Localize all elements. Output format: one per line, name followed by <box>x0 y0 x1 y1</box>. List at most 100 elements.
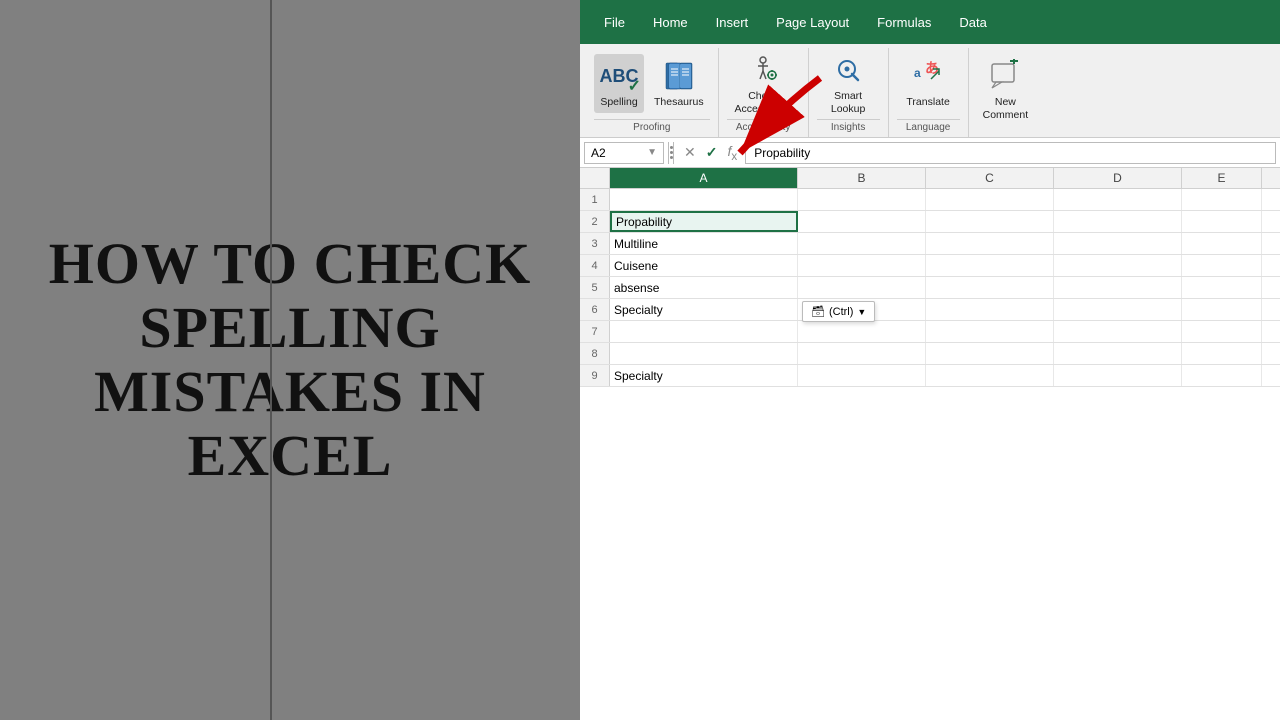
row-number: 7 <box>580 321 610 342</box>
menu-home[interactable]: Home <box>639 9 702 36</box>
cell-b8[interactable] <box>798 343 926 364</box>
col-header-a[interactable]: A <box>610 168 798 188</box>
translate-button[interactable]: a あ Translate <box>900 54 955 113</box>
new-comment-icon <box>987 58 1023 94</box>
cell-b6[interactable]: 🗃 (Ctrl) ▼ <box>798 299 926 320</box>
row-number: 8 <box>580 343 610 364</box>
cell-d2[interactable] <box>1054 211 1182 232</box>
cell-e2[interactable] <box>1182 211 1262 232</box>
cell-b4[interactable] <box>798 255 926 276</box>
cell-a8[interactable] <box>610 343 798 364</box>
cell-a1[interactable] <box>610 189 798 210</box>
cell-c5[interactable] <box>926 277 1054 298</box>
translate-label: Translate <box>906 96 949 109</box>
check-accessibility-icon <box>745 52 781 88</box>
cancel-formula-btn[interactable]: ✕ <box>682 142 698 163</box>
row-number: 3 <box>580 233 610 254</box>
paste-clipboard-icon: 🗃 <box>811 305 825 318</box>
cell-e7[interactable] <box>1182 321 1262 342</box>
cell-d8[interactable] <box>1054 343 1182 364</box>
cell-c4[interactable] <box>926 255 1054 276</box>
cell-a9[interactable]: Specialty <box>610 365 798 386</box>
cell-c3[interactable] <box>926 233 1054 254</box>
spreadsheet: A B C D E 1 2 Propability <box>580 168 1280 720</box>
spelling-button[interactable]: ABC ✓ Spelling <box>594 54 644 113</box>
formula-actions: ✕ ✓ fx <box>676 141 745 165</box>
cell-c6[interactable] <box>926 299 1054 320</box>
proofing-group-label: Proofing <box>594 119 710 137</box>
accessibility-group-label: Accessibility <box>727 119 800 137</box>
cell-a3[interactable]: Multiline <box>610 233 798 254</box>
cell-a2[interactable]: Propability <box>610 211 798 232</box>
cell-a5[interactable]: absense <box>610 277 798 298</box>
menu-data[interactable]: Data <box>945 9 1000 36</box>
menu-file[interactable]: File <box>590 9 639 36</box>
cell-c7[interactable] <box>926 321 1054 342</box>
cell-b2[interactable] <box>798 211 926 232</box>
cell-e3[interactable] <box>1182 233 1262 254</box>
menu-bar: File Home Insert Page Layout Formulas Da… <box>580 0 1280 44</box>
comment-group-label <box>977 131 1035 137</box>
cell-a6[interactable]: Specialty <box>610 299 798 320</box>
cell-a4[interactable]: Cuisene <box>610 255 798 276</box>
translate-icon: a あ <box>910 58 946 94</box>
cell-e4[interactable] <box>1182 255 1262 276</box>
cell-d6[interactable] <box>1054 299 1182 320</box>
cell-e8[interactable] <box>1182 343 1262 364</box>
confirm-formula-btn[interactable]: ✓ <box>704 142 720 163</box>
menu-insert[interactable]: Insert <box>702 9 763 36</box>
thesaurus-button[interactable]: Thesaurus <box>648 54 710 113</box>
col-header-b[interactable]: B <box>798 168 926 188</box>
table-row: 2 Propability <box>580 211 1280 233</box>
cell-e6[interactable] <box>1182 299 1262 320</box>
row-number: 9 <box>580 365 610 386</box>
menu-formulas[interactable]: Formulas <box>863 9 945 36</box>
cell-b3[interactable] <box>798 233 926 254</box>
function-btn[interactable]: fx <box>725 141 739 165</box>
cell-b7[interactable] <box>798 321 926 342</box>
cell-d5[interactable] <box>1054 277 1182 298</box>
ribbon-group-proofing: ABC ✓ Spelling <box>586 48 719 137</box>
table-row: 3 Multiline <box>580 233 1280 255</box>
cell-d1[interactable] <box>1054 189 1182 210</box>
col-header-e[interactable]: E <box>1182 168 1262 188</box>
cell-d4[interactable] <box>1054 255 1182 276</box>
table-row: 4 Cuisene <box>580 255 1280 277</box>
col-header-c[interactable]: C <box>926 168 1054 188</box>
cell-e9[interactable] <box>1182 365 1262 386</box>
cell-c9[interactable] <box>926 365 1054 386</box>
left-panel: HOW TO CHECK SPELLING MISTAKES IN EXCEL <box>0 0 580 720</box>
menu-page-layout[interactable]: Page Layout <box>762 9 863 36</box>
cell-e1[interactable] <box>1182 189 1262 210</box>
new-comment-button[interactable]: NewComment <box>977 54 1035 125</box>
col-header-d[interactable]: D <box>1054 168 1182 188</box>
paste-popup[interactable]: 🗃 (Ctrl) ▼ <box>802 301 875 322</box>
table-row: 6 Specialty 🗃 (Ctrl) ▼ <box>580 299 1280 321</box>
smart-lookup-button[interactable]: SmartLookup <box>823 48 873 119</box>
paste-dropdown-arrow[interactable]: ▼ <box>857 307 866 317</box>
cell-b5[interactable] <box>798 277 926 298</box>
cell-e5[interactable] <box>1182 277 1262 298</box>
cell-b9[interactable] <box>798 365 926 386</box>
cell-c1[interactable] <box>926 189 1054 210</box>
cell-d9[interactable] <box>1054 365 1182 386</box>
table-row: 7 <box>580 321 1280 343</box>
cell-reference[interactable]: A2 ▼ <box>584 142 664 164</box>
row-number: 2 <box>580 211 610 232</box>
spelling-label: Spelling <box>600 96 637 109</box>
insights-group-label: Insights <box>817 119 880 137</box>
thesaurus-label: Thesaurus <box>654 96 704 109</box>
cell-d7[interactable] <box>1054 321 1182 342</box>
formula-divider[interactable] <box>668 142 674 164</box>
table-row: 9 Specialty <box>580 365 1280 387</box>
ribbon-group-insights: SmartLookup Insights <box>809 48 889 137</box>
ribbon: ABC ✓ Spelling <box>580 44 1280 138</box>
cell-b1[interactable] <box>798 189 926 210</box>
check-accessibility-button[interactable]: CheckAccessibility <box>729 48 798 119</box>
cell-c8[interactable] <box>926 343 1054 364</box>
cell-d3[interactable] <box>1054 233 1182 254</box>
cell-c2[interactable] <box>926 211 1054 232</box>
cell-a7[interactable] <box>610 321 798 342</box>
row-number: 1 <box>580 189 610 210</box>
insights-buttons: SmartLookup <box>823 48 873 119</box>
